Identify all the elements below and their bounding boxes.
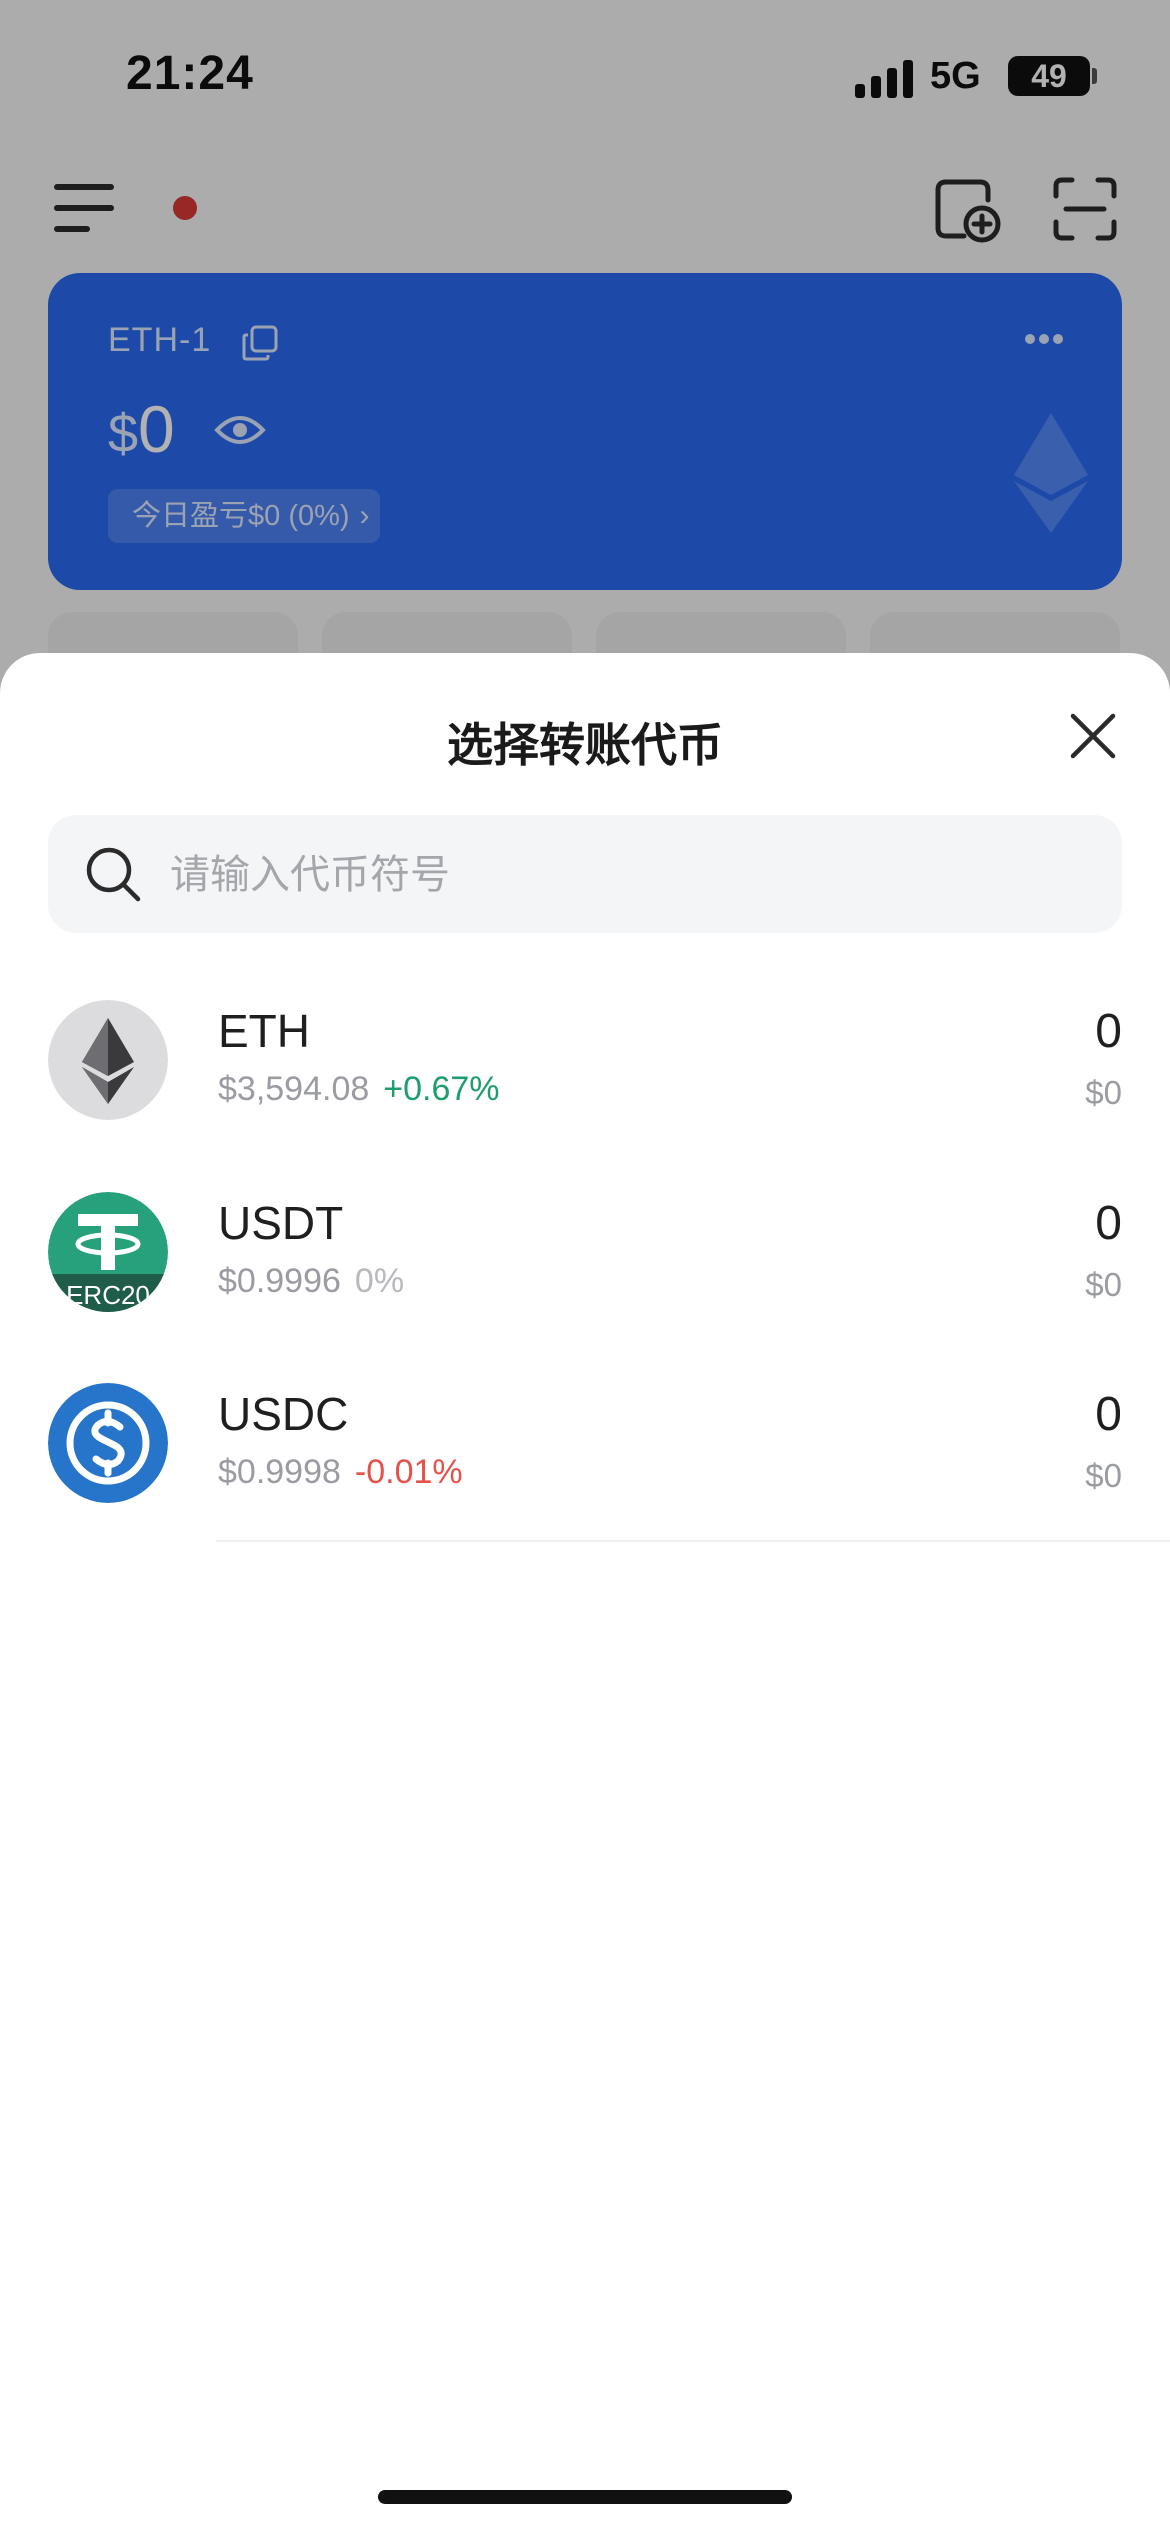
- token-symbol: USDC: [218, 1388, 349, 1440]
- token-value: $0: [1085, 1266, 1122, 1303]
- usdc-logo-icon: [48, 1383, 168, 1503]
- token-price-line: $0.9996 0%: [218, 1262, 404, 1301]
- token-amount: 0: [1095, 1388, 1122, 1441]
- token-price-line: $0.9998 -0.01%: [218, 1453, 463, 1492]
- token-value: $0: [1085, 1074, 1122, 1111]
- close-icon[interactable]: [1068, 711, 1118, 761]
- home-indicator[interactable]: [378, 2490, 792, 2504]
- token-value: $0: [1085, 1457, 1122, 1494]
- token-amount: 0: [1095, 1005, 1122, 1058]
- token-change: -0.01%: [354, 1453, 463, 1491]
- token-row-usdc[interactable]: USDC $0.9998 -0.01% 0 $0: [0, 1359, 1170, 1529]
- token-price: $0.9996: [218, 1262, 341, 1300]
- token-search-input[interactable]: [168, 815, 1092, 935]
- sheet-title: 选择转账代币: [447, 719, 723, 771]
- token-change: +0.67%: [383, 1070, 500, 1108]
- token-price: $0.9998: [218, 1453, 341, 1491]
- token-symbol: USDT: [218, 1197, 344, 1249]
- token-change: 0%: [354, 1262, 405, 1300]
- list-divider: [216, 1540, 1170, 1542]
- token-row-eth[interactable]: ETH $3,594.08 +0.67% 0 $0: [0, 976, 1170, 1146]
- search-icon: [86, 847, 141, 902]
- token-search-box[interactable]: [48, 815, 1122, 935]
- token-symbol: ETH: [218, 1005, 310, 1057]
- token-price: $3,594.08: [218, 1070, 370, 1108]
- erc20-badge: ERC20: [66, 1280, 150, 1310]
- token-amount: 0: [1095, 1197, 1122, 1250]
- token-row-usdt[interactable]: ERC20 USDT $0.9996 0% 0 $0: [0, 1168, 1170, 1338]
- ethereum-logo-icon: [48, 1000, 168, 1120]
- token-price-line: $3,594.08 +0.67%: [218, 1070, 500, 1109]
- select-token-sheet: 选择转账代币 ETH $3,594.08 +0.67% 0 $0: [0, 653, 1170, 2532]
- tether-logo-icon: ERC20: [48, 1192, 168, 1312]
